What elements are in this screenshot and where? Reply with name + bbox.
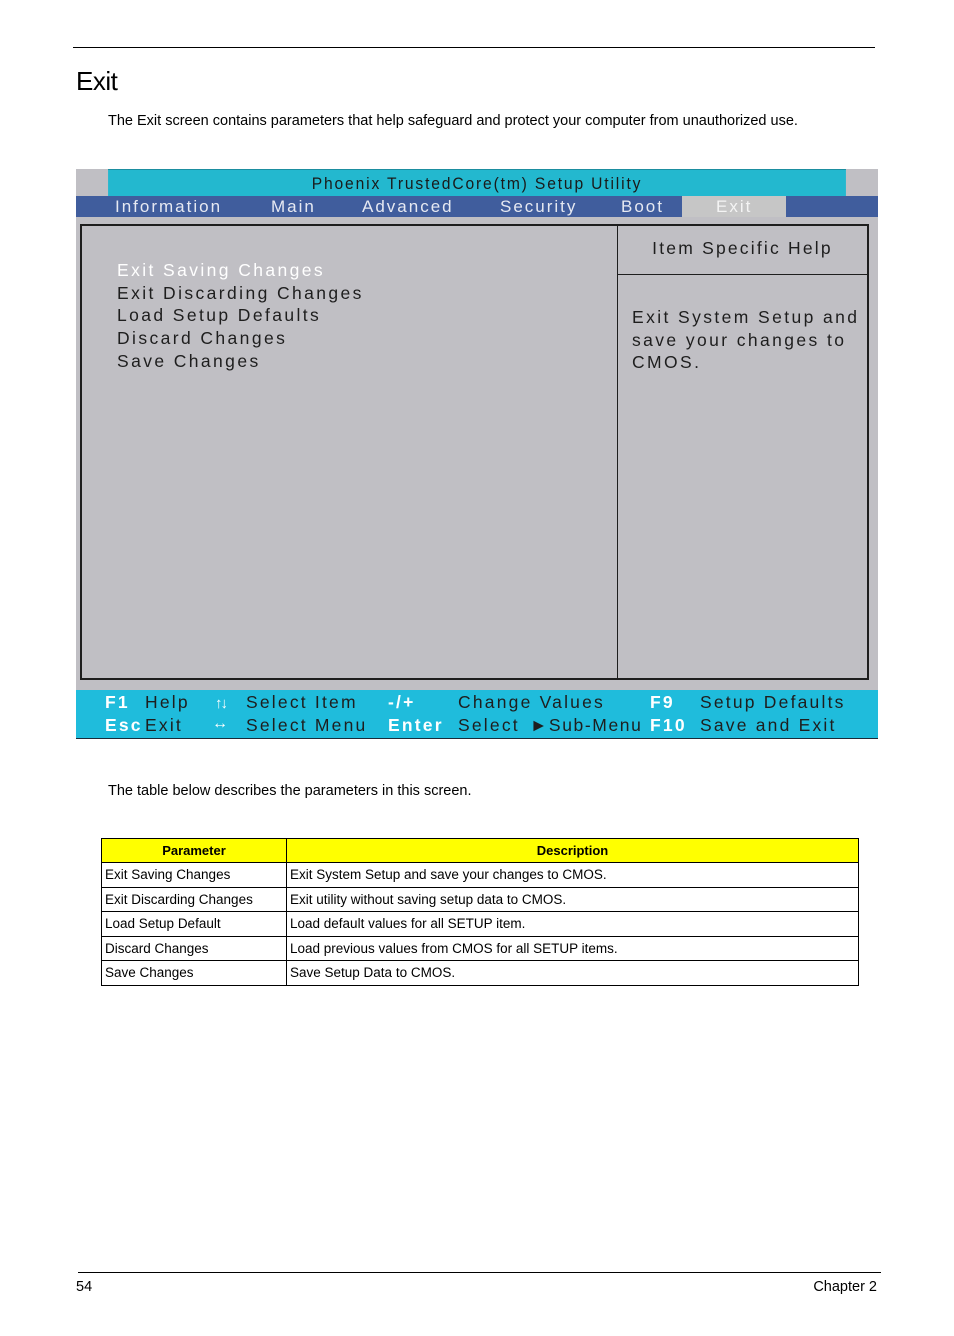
help-line: CMOS. [632,352,702,373]
tab-main[interactable]: Main [271,196,316,217]
menu-item-save-changes[interactable]: Save Changes [117,350,364,373]
key-enter: Enter [388,715,444,735]
description-cell: Load default values for all SETUP item. [286,911,859,937]
tab-information[interactable]: Information [115,196,222,217]
header-parameter: Parameter [101,838,287,863]
description-cell: Load previous values from CMOS for all S… [286,935,859,961]
key-f9: F9 [650,692,675,712]
bios-key-legend: F1 Help ↑↓ Select Item -/+ Change Values… [76,690,878,739]
table-intro: The table below describes the parameters… [108,783,472,799]
help-title-divider [618,274,867,275]
help-line: save your changes to [632,329,847,350]
help-panel-divider [617,226,618,678]
parameter-cell: Exit Discarding Changes [101,886,287,912]
submenu-label: ►Sub-Menu [530,715,643,735]
help-panel-title: Item Specific Help [652,238,833,258]
left-right-arrow-icon: ↔ [212,715,231,732]
chapter-label: Chapter 2 [813,1279,877,1295]
bios-menu-bar: Information Main Advanced Security Boot … [76,196,878,217]
key-minus-plus-action: Change Values [458,692,605,712]
menu-item-load-setup-defaults[interactable]: Load Setup Defaults [117,304,364,327]
page-number: 54 [76,1279,93,1295]
header-description: Description [286,838,859,863]
parameter-cell: Discard Changes [101,935,287,961]
key-f1: F1 [105,692,130,712]
help-panel-text: Exit System Setup and save your changes … [632,306,862,374]
table-header-row: Parameter Description [101,838,859,863]
tab-advanced[interactable]: Advanced [362,196,454,217]
description-cell: Exit utility without saving setup data t… [286,886,859,912]
help-line: Exit System Setup and [632,307,860,327]
header-rule [73,47,875,48]
description-cell: Save Setup Data to CMOS. [286,960,859,986]
exit-options-list: Exit Saving Changes Exit Discarding Chan… [117,259,364,373]
menu-item-exit-discarding-changes[interactable]: Exit Discarding Changes [117,282,364,305]
tab-boot[interactable]: Boot [621,196,664,217]
table-row: Save Changes Save Setup Data to CMOS. [101,960,859,986]
menu-item-exit-saving-changes[interactable]: Exit Saving Changes [117,259,364,282]
bios-title-bar: Phoenix TrustedCore(tm) Setup Utility [108,169,846,196]
table-row: Discard Changes Load previous values fro… [101,935,859,961]
key-f10-action: Save and Exit [700,715,837,735]
parameter-cell: Exit Saving Changes [101,862,287,888]
parameters-table: Parameter Description Exit Saving Change… [101,838,859,986]
parameter-cell: Save Changes [101,960,287,986]
footer-rule [78,1272,881,1273]
key-f9-action: Setup Defaults [700,692,846,712]
key-f1-action: Help [145,692,190,712]
parameter-cell: Load Setup Default [101,911,287,937]
key-f10: F10 [650,715,687,735]
table-row: Load Setup Default Load default values f… [101,911,859,937]
key-updown-action: Select Item [246,692,358,712]
key-leftright-action: Select Menu [246,715,368,735]
menu-item-discard-changes[interactable]: Discard Changes [117,327,364,350]
tab-security[interactable]: Security [500,196,577,217]
page-heading: Exit [76,66,118,96]
bios-content-area: Exit Saving Changes Exit Discarding Chan… [80,224,869,680]
description-cell: Exit System Setup and save your changes … [286,862,859,888]
key-enter-action: Select [458,715,520,735]
key-esc: Esc [105,715,143,735]
table-row: Exit Saving Changes Exit System Setup an… [101,862,859,888]
intro-paragraph: The Exit screen contains parameters that… [108,113,798,129]
key-minus-plus: -/+ [388,692,416,712]
table-row: Exit Discarding Changes Exit utility wit… [101,886,859,912]
up-down-arrows-icon: ↑↓ [215,695,228,712]
tab-exit[interactable]: Exit [682,196,787,217]
key-esc-action: Exit [145,715,183,735]
bios-screenshot: Phoenix TrustedCore(tm) Setup Utility In… [76,169,878,739]
